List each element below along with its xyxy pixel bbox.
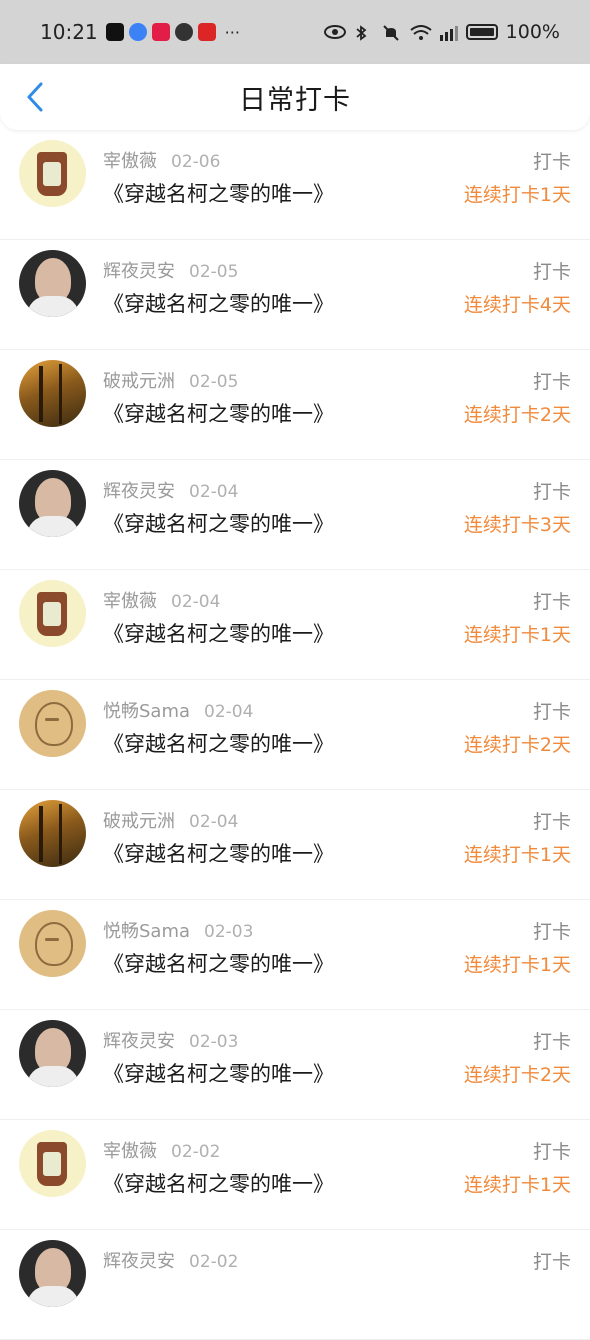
battery-icon — [465, 24, 498, 40]
checkin-row[interactable]: 宰傲薇 02-02 《穿越名柯之零的唯一》 打卡 连续打卡1天 — [0, 1120, 590, 1230]
checkin-row[interactable]: 辉夜灵安 02-03 《穿越名柯之零的唯一》 打卡 连续打卡2天 — [0, 1010, 590, 1120]
avatar[interactable] — [19, 580, 86, 647]
book-title[interactable]: 《穿越名柯之零的唯一》 — [103, 178, 334, 208]
checkin-row[interactable]: 辉夜灵安 02-05 《穿越名柯之零的唯一》 打卡 连续打卡4天 — [0, 240, 590, 350]
back-button[interactable] — [18, 80, 52, 114]
user-name[interactable]: 宰傲薇 — [103, 591, 157, 612]
checkin-date: 02-05 — [189, 262, 239, 282]
streak-label: 连续打卡1天 — [463, 954, 571, 976]
checkin-type: 打卡 — [532, 591, 571, 613]
checkin-date: 02-03 — [204, 922, 254, 942]
checkin-date: 02-04 — [171, 592, 221, 612]
book-title[interactable]: 《穿越名柯之零的唯一》 — [103, 288, 334, 318]
avatar[interactable] — [19, 250, 86, 317]
streak-label: 连续打卡1天 — [463, 184, 571, 206]
book-title[interactable]: 《穿越名柯之零的唯一》 — [103, 508, 334, 538]
chat-icon — [174, 23, 193, 41]
user-name[interactable]: 悦畅Sama — [103, 921, 190, 942]
checkin-date: 02-02 — [189, 1252, 239, 1272]
book-title[interactable]: 《穿越名柯之零的唯一》 — [103, 1168, 334, 1198]
streak-label: 连续打卡2天 — [463, 404, 571, 426]
checkin-date: 02-06 — [171, 152, 221, 172]
checkin-row[interactable]: 悦畅Sama 02-04 《穿越名柯之零的唯一》 打卡 连续打卡2天 — [0, 680, 590, 790]
status-right: 100% — [323, 21, 560, 43]
user-name[interactable]: 辉夜灵安 — [103, 1251, 175, 1272]
user-name[interactable]: 破戒元洲 — [103, 811, 175, 832]
checkin-date: 02-02 — [171, 1142, 221, 1162]
streak-label: 连续打卡1天 — [463, 624, 571, 646]
checkin-row[interactable]: 宰傲薇 02-04 《穿越名柯之零的唯一》 打卡 连续打卡1天 — [0, 570, 590, 680]
app-header: 日常打卡 — [0, 64, 590, 130]
book-title[interactable]: 《穿越名柯之零的唯一》 — [103, 1058, 334, 1088]
avatar[interactable] — [19, 800, 86, 867]
avatar[interactable] — [19, 1020, 86, 1087]
user-name[interactable]: 辉夜灵安 — [103, 261, 175, 282]
mute-icon — [382, 24, 402, 41]
streak-label: 连续打卡2天 — [463, 734, 571, 756]
checkin-type: 打卡 — [532, 1141, 571, 1163]
eye-icon — [323, 25, 346, 39]
tiktok-icon — [105, 23, 124, 41]
checkin-date: 02-04 — [189, 812, 239, 832]
user-name[interactable]: 宰傲薇 — [103, 151, 157, 172]
checkin-type: 打卡 — [532, 701, 571, 723]
avatar[interactable] — [19, 1130, 86, 1197]
checkin-row[interactable]: 破戒元洲 02-05 《穿越名柯之零的唯一》 打卡 连续打卡2天 — [0, 350, 590, 460]
more-notifications-icon: ··· — [224, 22, 240, 42]
checkin-row[interactable]: 辉夜灵安 02-02 打卡 — [0, 1230, 590, 1340]
book-title[interactable]: 《穿越名柯之零的唯一》 — [103, 398, 334, 428]
book-title[interactable]: 《穿越名柯之零的唯一》 — [103, 728, 334, 758]
book-title[interactable]: 《穿越名柯之零的唯一》 — [103, 618, 334, 648]
checkin-row[interactable]: 悦畅Sama 02-03 《穿越名柯之零的唯一》 打卡 连续打卡1天 — [0, 900, 590, 1010]
user-name[interactable]: 辉夜灵安 — [103, 1031, 175, 1052]
checkin-date: 02-03 — [189, 1032, 239, 1052]
book-title[interactable]: 《穿越名柯之零的唯一》 — [103, 948, 334, 978]
red-app-icon — [197, 23, 216, 41]
checkin-list[interactable]: 宰傲薇 02-06 《穿越名柯之零的唯一》 打卡 连续打卡1天 辉夜灵安 02-05… — [0, 130, 590, 1340]
avatar[interactable] — [19, 1240, 86, 1307]
streak-label: 连续打卡4天 — [463, 294, 571, 316]
checkin-row[interactable]: 破戒元洲 02-04 《穿越名柯之零的唯一》 打卡 连续打卡1天 — [0, 790, 590, 900]
checkin-type: 打卡 — [532, 261, 571, 283]
user-name[interactable]: 破戒元洲 — [103, 371, 175, 392]
status-app-icons: ··· — [105, 22, 240, 42]
user-name[interactable]: 宰傲薇 — [103, 1141, 157, 1162]
checkin-type: 打卡 — [532, 921, 571, 943]
streak-label: 连续打卡1天 — [463, 1174, 571, 1196]
user-name[interactable]: 辉夜灵安 — [103, 481, 175, 502]
status-bar: 10:21 ··· 100% — [0, 0, 590, 64]
chevron-left-icon — [27, 82, 43, 112]
bluetooth-icon — [354, 24, 374, 41]
user-name[interactable]: 悦畅Sama — [103, 701, 190, 722]
checkin-row[interactable]: 辉夜灵安 02-04 《穿越名柯之零的唯一》 打卡 连续打卡3天 — [0, 460, 590, 570]
page-title: 日常打卡 — [239, 84, 351, 116]
checkin-type: 打卡 — [532, 1031, 571, 1053]
streak-label: 连续打卡1天 — [463, 844, 571, 866]
checkin-type: 打卡 — [532, 811, 571, 833]
checkin-type: 打卡 — [532, 151, 571, 173]
streak-label: 连续打卡2天 — [463, 1064, 571, 1086]
avatar[interactable] — [19, 690, 86, 757]
checkin-row[interactable]: 宰傲薇 02-06 《穿越名柯之零的唯一》 打卡 连续打卡1天 — [0, 130, 590, 240]
checkin-date: 02-04 — [204, 702, 254, 722]
status-time: 10:21 — [40, 20, 98, 44]
avatar[interactable] — [19, 140, 86, 207]
checkin-type: 打卡 — [532, 371, 571, 393]
streak-label: 连续打卡3天 — [463, 514, 571, 536]
checkin-date: 02-04 — [189, 482, 239, 502]
avatar[interactable] — [19, 910, 86, 977]
book-title[interactable]: 《穿越名柯之零的唯一》 — [103, 838, 334, 868]
checkin-type: 打卡 — [532, 481, 571, 503]
battery-percent: 100% — [505, 21, 560, 43]
browser-icon — [128, 23, 147, 41]
app-icon — [151, 23, 170, 41]
signal-icon — [438, 24, 458, 41]
avatar[interactable] — [19, 360, 86, 427]
avatar[interactable] — [19, 470, 86, 537]
wifi-icon — [410, 24, 432, 40]
checkin-date: 02-05 — [189, 372, 239, 392]
checkin-type: 打卡 — [532, 1251, 571, 1273]
